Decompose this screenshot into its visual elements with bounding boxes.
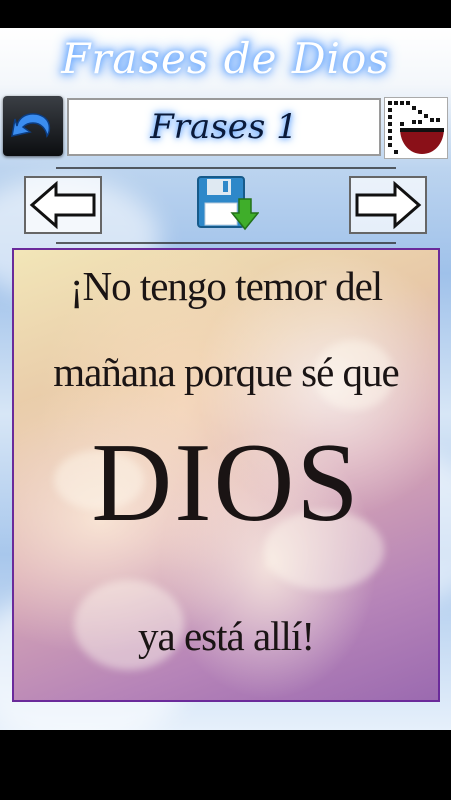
quote-image: ¡No tengo temor del mañana porque sé que… — [12, 248, 440, 702]
quote-line: ¡No tengo temor del — [69, 263, 383, 309]
next-phrase-button[interactable] — [349, 176, 427, 234]
bible-button[interactable] — [384, 97, 448, 159]
phrase-title-field: Frases 1 — [67, 98, 381, 156]
divider — [56, 167, 396, 169]
divider — [56, 242, 396, 244]
navigation-bar — [0, 730, 451, 800]
left-arrow-icon — [29, 180, 96, 230]
previous-phrase-button[interactable] — [24, 176, 102, 234]
save-download-icon — [197, 176, 260, 231]
quote-line: mañana porque sé que — [53, 349, 399, 395]
right-arrow-icon — [355, 180, 422, 230]
bible-icon — [388, 101, 444, 154]
undo-arrow-icon — [11, 113, 51, 138]
save-button[interactable] — [195, 171, 260, 237]
back-button[interactable] — [3, 96, 63, 156]
status-bar — [0, 0, 451, 28]
quote-line: ya está allí! — [138, 613, 315, 659]
phrase-title: Frases 1 — [150, 107, 298, 147]
quote-highlight: DIOS — [91, 421, 361, 545]
app-screen: Frases de Dios Frases 1 ¡No tengo temor … — [0, 28, 451, 730]
app-title: Frases de Dios — [61, 34, 390, 83]
